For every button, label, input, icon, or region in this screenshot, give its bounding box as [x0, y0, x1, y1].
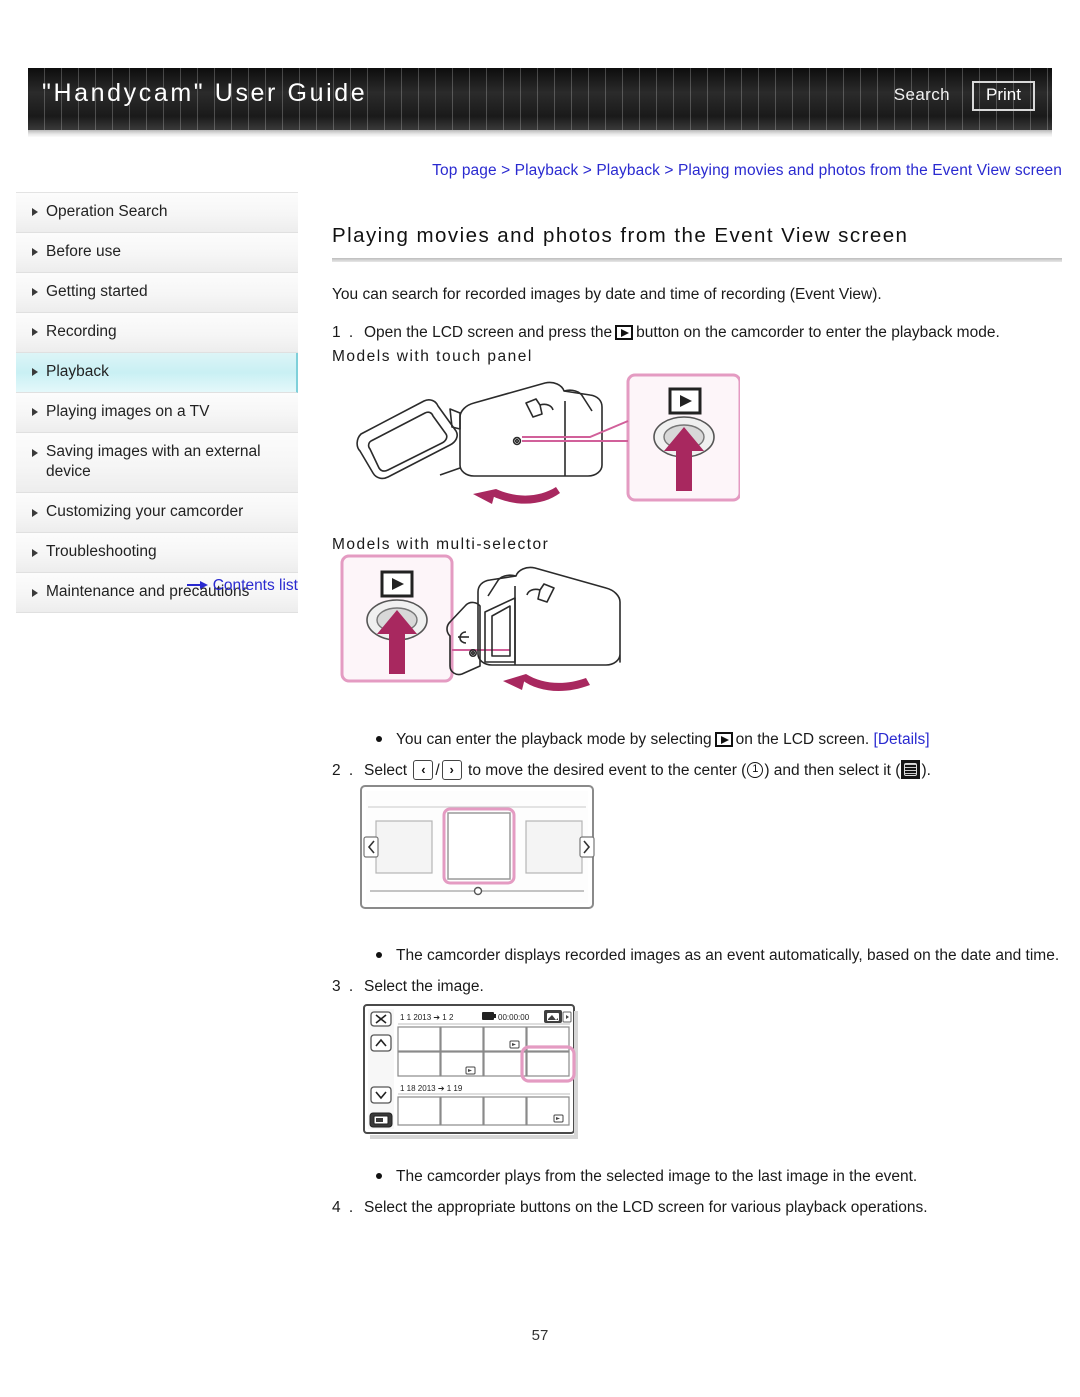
triangle-right-icon [32, 448, 38, 457]
triangle-right-icon [32, 368, 38, 377]
select-event-icon [901, 759, 921, 779]
step-1: 1 . Open the LCD screen and press the but… [332, 322, 1062, 344]
step-1-text-a: Open the LCD screen and press the [364, 324, 613, 341]
sidebar-item-getting-started[interactable]: Getting started [16, 272, 298, 313]
bullet-dot-icon [376, 1173, 382, 1180]
step-4-text: Select the appropriate buttons on the LC… [364, 1198, 928, 1216]
step-4-number: 4 . [332, 1198, 356, 1216]
note-1-text-a: You can enter the playback mode by selec… [396, 731, 712, 749]
note-enter-playback-mode: You can enter the playback mode by selec… [332, 729, 1062, 751]
step-2-text-c: ) and then select it ( [764, 761, 901, 779]
sidebar-item-label: Playing images on a TV [46, 402, 210, 420]
contents-list-link[interactable]: Contents list [16, 577, 298, 595]
figure-lcd-thumbnail-index: 1 1 2013 ➔ 1 2 00:00:00 1 18 2013 ➔ 1 19 [363, 1004, 578, 1139]
step-1-number: 1 . [332, 324, 356, 341]
step-2-separator: / [435, 761, 440, 779]
step-2-number: 2 . [332, 761, 356, 779]
playback-button-icon [615, 325, 634, 340]
page-title: Playing movies and photos from the Event… [332, 224, 909, 247]
previous-arrow-icon: ‹ [413, 759, 434, 780]
step-3: 3 . Select the image. [332, 976, 1062, 998]
sidebar-item-playing-images-on-a-tv[interactable]: Playing images on a TV [16, 392, 298, 433]
triangle-right-icon [32, 288, 38, 297]
sidebar-item-label: Saving images with an external device [46, 442, 261, 481]
note-2-text: The camcorder displays recorded images a… [396, 947, 1060, 965]
triangle-right-icon [32, 208, 38, 217]
sidebar-nav: Operation Search Before use Getting star… [16, 192, 298, 614]
lcd-date-range-2: 1 18 2013 ➔ 1 19 [400, 1084, 463, 1093]
playback-button-icon [668, 387, 702, 415]
lcd-timecode: 00:00:00 [498, 1013, 530, 1022]
figure-camcorder-touch-panel [356, 373, 740, 504]
note-1-text-b: on the LCD screen. [735, 731, 870, 749]
sidebar-item-label: Before use [46, 242, 121, 260]
step-2-text-b: to move the desired event to the center … [468, 761, 747, 779]
details-link[interactable]: [Details] [874, 731, 930, 748]
sidebar-item-operation-search[interactable]: Operation Search [16, 193, 298, 233]
sidebar-item-label: Customizing your camcorder [46, 503, 244, 521]
sidebar-item-customizing-your-camcorder[interactable]: Customizing your camcorder [16, 493, 298, 534]
step-2: 2 . Select ‹ / › to move the desired event… [332, 759, 1062, 782]
print-button[interactable]: Print [972, 81, 1035, 111]
figure-camcorder-multi-selector [340, 554, 621, 692]
triangle-right-icon [32, 408, 38, 417]
sidebar-item-playback[interactable]: Playback [16, 352, 298, 393]
sidebar-item-before-use[interactable]: Before use [16, 232, 298, 273]
step-2-text-a: Select [364, 761, 408, 779]
right-chevron-glyph: › [449, 761, 454, 777]
triangle-right-icon [32, 508, 38, 517]
subheading-models-touch-panel: Models with touch panel [332, 348, 533, 366]
triangle-right-icon [32, 548, 38, 557]
sidebar-item-label: Playback [46, 362, 109, 380]
note-event-auto-display: The camcorder displays recorded images a… [332, 945, 1062, 967]
sidebar-item-label: Getting started [46, 282, 148, 300]
breadcrumb[interactable]: Top page > Playback > Playback > Playing… [0, 162, 1062, 180]
contents-list-label: Contents list [212, 577, 298, 594]
note-plays-to-last-image: The camcorder plays from the selected im… [332, 1166, 1062, 1188]
header-divider [28, 130, 1052, 137]
next-arrow-icon: › [441, 759, 462, 780]
step-3-number: 3 . [332, 977, 356, 995]
step-4: 4 . Select the appropriate buttons on th… [332, 1197, 1062, 1219]
app-header: "Handycam" User Guide Search Print [28, 68, 1052, 130]
sidebar-item-label: Recording [46, 322, 117, 340]
step-2-text-d: ). [921, 761, 931, 779]
sidebar-item-label: Operation Search [46, 203, 168, 220]
app-title: "Handycam" User Guide [42, 79, 368, 107]
playback-button-icon [714, 732, 733, 748]
step-1-text-b: button on the camcorder to enter the pla… [636, 324, 1000, 341]
note-3-text: The camcorder plays from the selected im… [396, 1168, 918, 1186]
sidebar-item-saving-images-external-device[interactable]: Saving images with an external device [16, 432, 298, 494]
sidebar-item-troubleshooting[interactable]: Troubleshooting [16, 533, 298, 574]
page-number: 57 [531, 1327, 549, 1344]
figure-event-view-screen [360, 785, 595, 909]
triangle-right-icon [32, 248, 38, 257]
left-chevron-glyph: ‹ [421, 761, 426, 777]
marker-one-glyph: 1 [752, 762, 759, 775]
step-3-text: Select the image. [364, 977, 484, 995]
triangle-right-icon [32, 328, 38, 337]
sidebar-item-label: Troubleshooting [46, 543, 157, 561]
sidebar-item-recording[interactable]: Recording [16, 312, 298, 353]
search-button[interactable]: Search [894, 85, 950, 105]
playback-button-icon [380, 570, 414, 598]
intro-paragraph: You can search for recorded images by da… [332, 286, 882, 303]
arrow-right-icon [186, 581, 209, 589]
bullet-dot-icon [376, 952, 382, 959]
title-divider [332, 258, 1062, 262]
bullet-dot-icon [376, 736, 382, 743]
lcd-date-range-1: 1 1 2013 ➔ 1 2 [400, 1013, 454, 1022]
marker-one-icon: 1 [747, 761, 764, 778]
